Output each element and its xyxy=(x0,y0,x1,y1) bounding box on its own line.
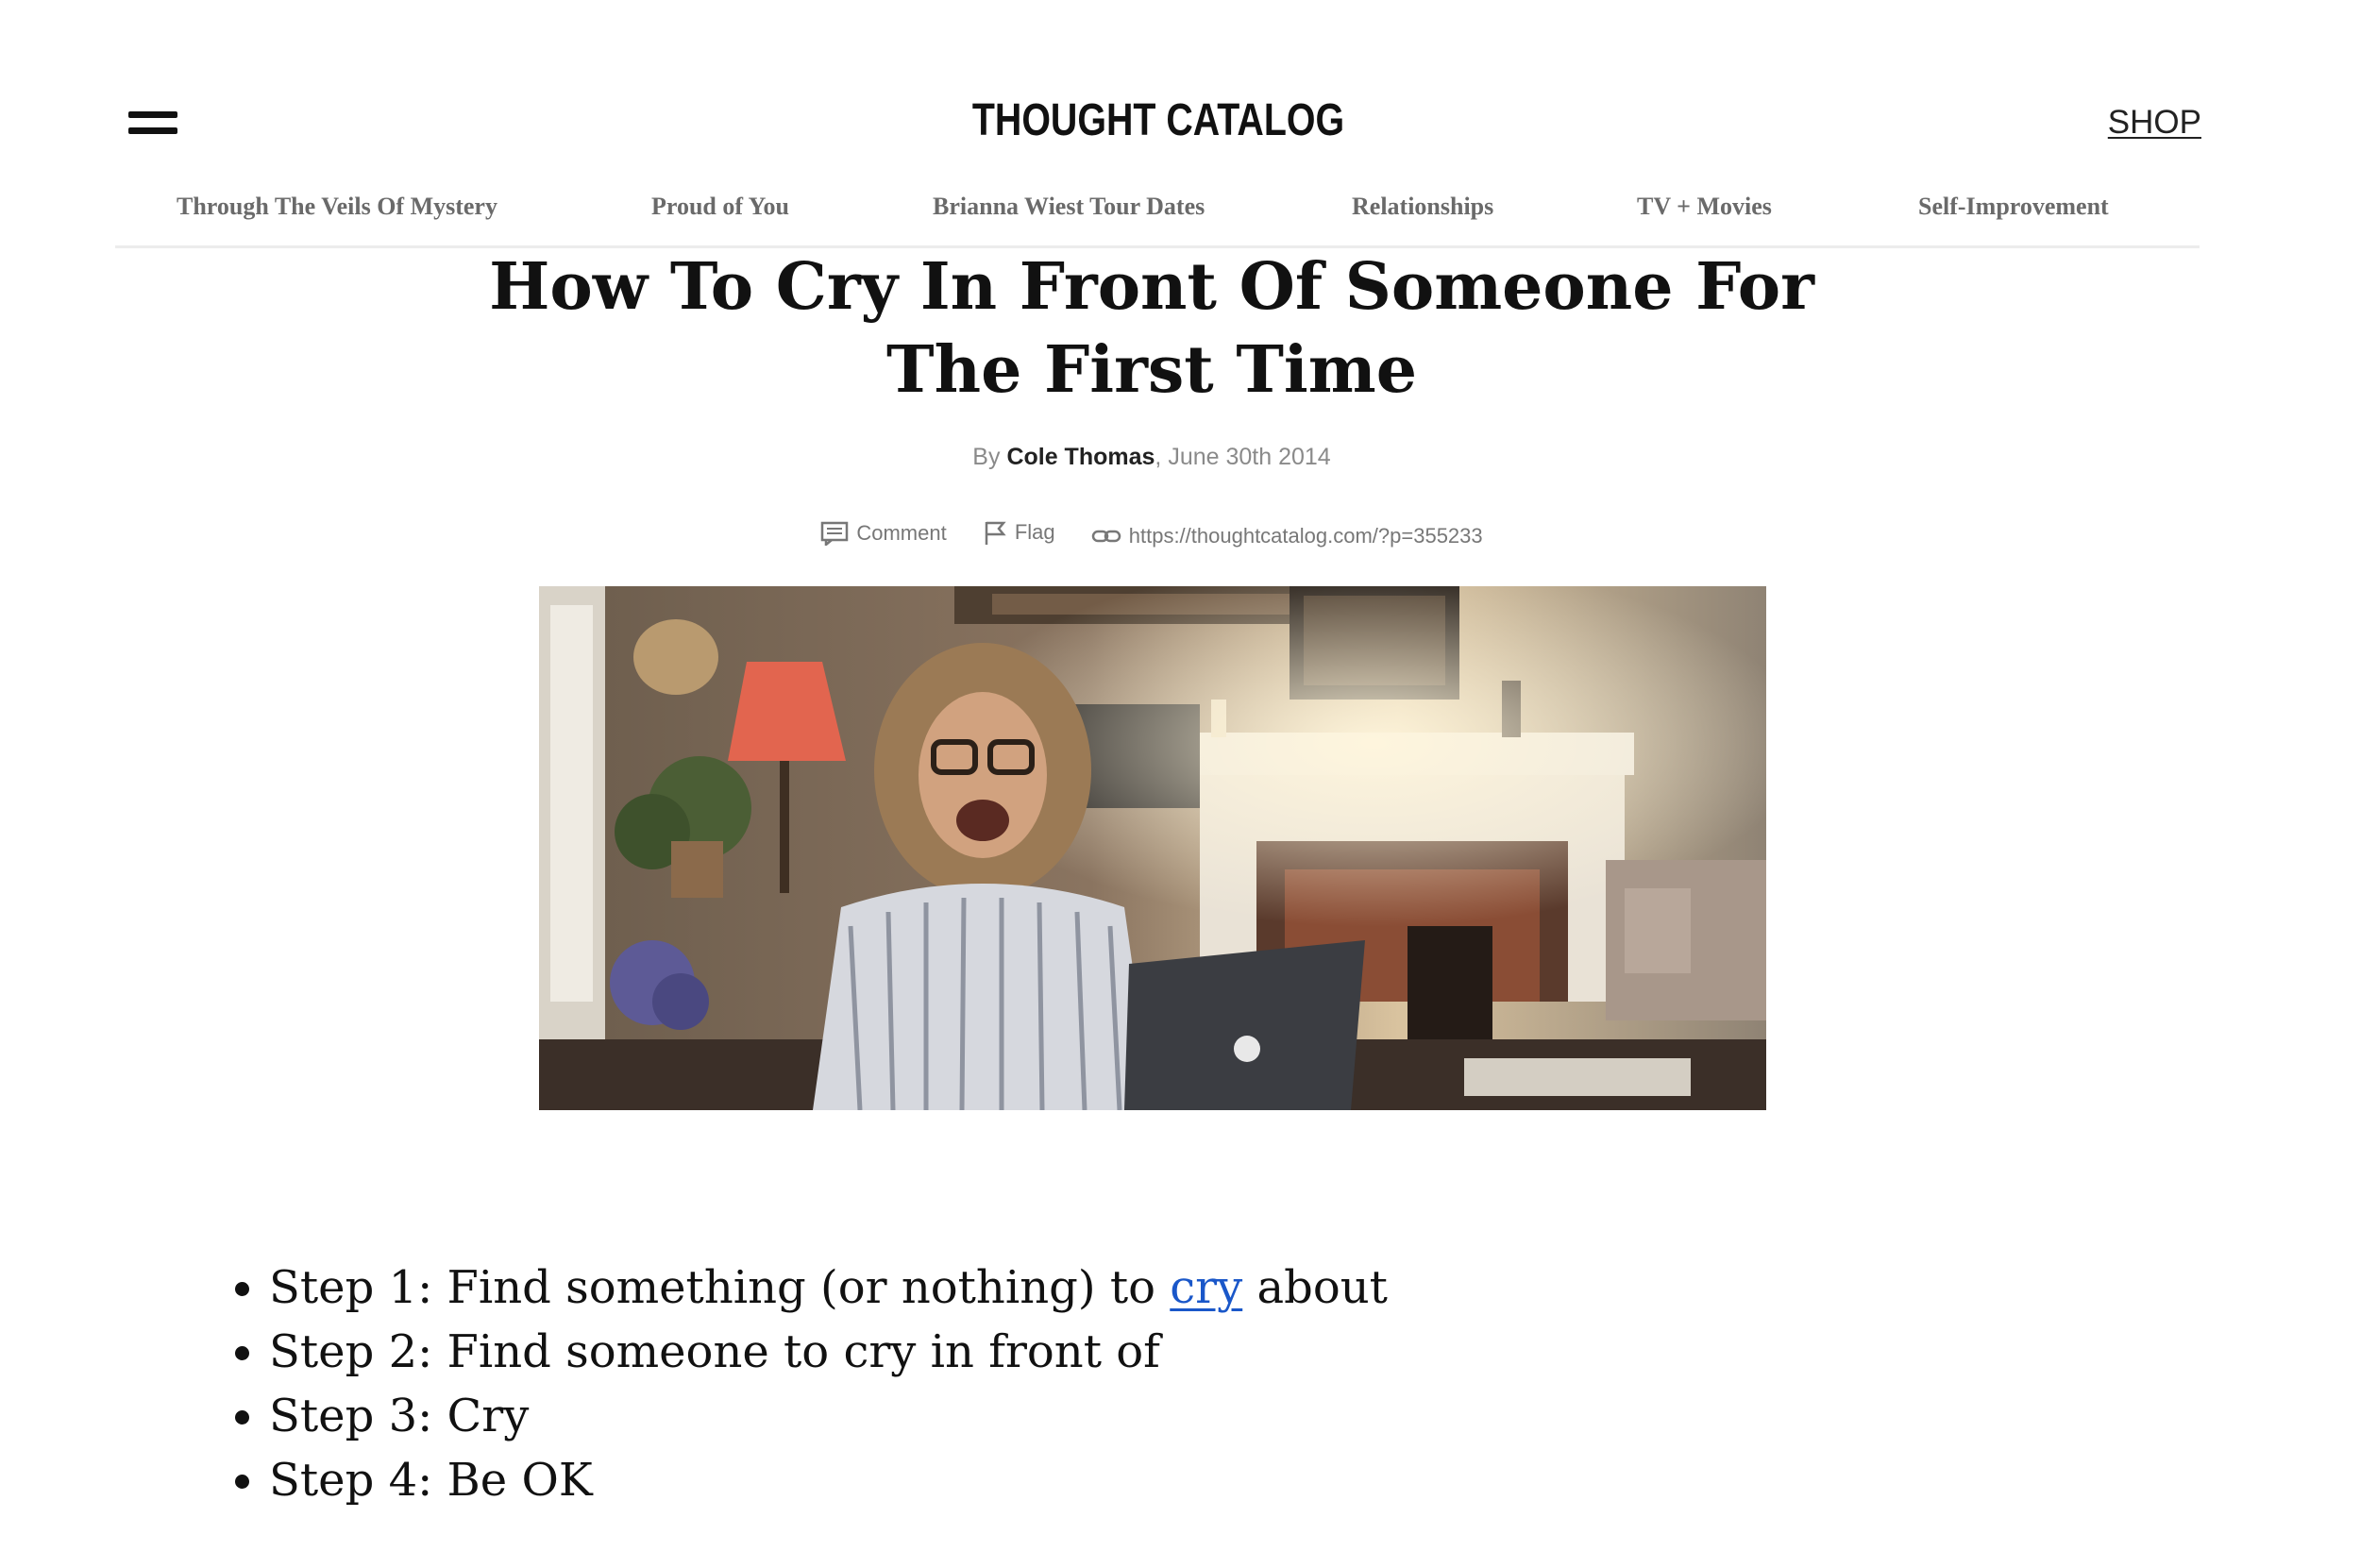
list-item: Step 3: Cry xyxy=(269,1384,1388,1448)
category-nav: Through The Veils Of Mystery Proud of Yo… xyxy=(115,179,2200,248)
article-hero-image xyxy=(539,586,1766,1110)
step-1-text-before: Step 1: Find something (or nothing) to xyxy=(269,1261,1171,1314)
article-title-line-2: The First Time xyxy=(886,332,1417,408)
flag-button[interactable]: Flag xyxy=(983,519,1055,546)
cry-link[interactable]: cry xyxy=(1170,1261,1242,1314)
list-item: Step 2: Find someone to cry in front of xyxy=(269,1320,1388,1384)
nav-item-self-improvement[interactable]: Self-Improvement xyxy=(1918,193,2109,221)
list-item: Step 1: Find something (or nothing) to c… xyxy=(269,1256,1388,1320)
hero-illustration xyxy=(539,586,1766,1110)
hamburger-menu-icon[interactable] xyxy=(128,110,177,138)
comment-button[interactable]: Comment xyxy=(820,521,947,546)
comment-label: Comment xyxy=(856,521,947,545)
permalink-url: https://thoughtcatalog.com/?p=355233 xyxy=(1128,524,1483,548)
nav-item-relationships[interactable]: Relationships xyxy=(1352,193,1493,221)
list-item: Step 4: Be OK xyxy=(269,1448,1388,1512)
nav-item-through-the-veils-of-mystery[interactable]: Through The Veils Of Mystery xyxy=(177,193,497,221)
step-list: Step 1: Find something (or nothing) to c… xyxy=(170,1256,1388,1512)
byline-prefix: By xyxy=(972,444,1001,470)
site-header: THOUGHT CATALOG SHOP xyxy=(115,76,2201,170)
flag-label: Flag xyxy=(1014,520,1055,544)
author-name[interactable]: Cole Thomas xyxy=(1006,444,1155,470)
article-title: How To Cry In Front Of Someone For The F… xyxy=(472,245,1831,412)
nav-item-proud-of-you[interactable]: Proud of You xyxy=(651,193,789,221)
article-title-line-1: How To Cry In Front Of Someone For xyxy=(489,249,1814,325)
permalink-button[interactable]: https://thoughtcatalog.com/?p=355233 xyxy=(1091,524,1483,548)
publish-date: , June 30th 2014 xyxy=(1155,444,1331,470)
site-logo[interactable]: THOUGHT CATALOG xyxy=(303,94,2014,146)
link-icon xyxy=(1091,530,1121,543)
article-actions: Comment Flag https://thoughtcatalog.com/… xyxy=(472,519,1831,551)
flag-icon xyxy=(985,521,1006,545)
nav-item-brianna-wiest-tour-dates[interactable]: Brianna Wiest Tour Dates xyxy=(933,193,1205,221)
nav-item-tv-movies[interactable]: TV + Movies xyxy=(1637,193,1772,221)
comment-icon xyxy=(821,521,849,546)
shop-link[interactable]: SHOP xyxy=(2108,104,2201,142)
byline: By Cole Thomas, June 30th 2014 xyxy=(472,444,1831,471)
step-1-text-after: about xyxy=(1242,1261,1388,1314)
